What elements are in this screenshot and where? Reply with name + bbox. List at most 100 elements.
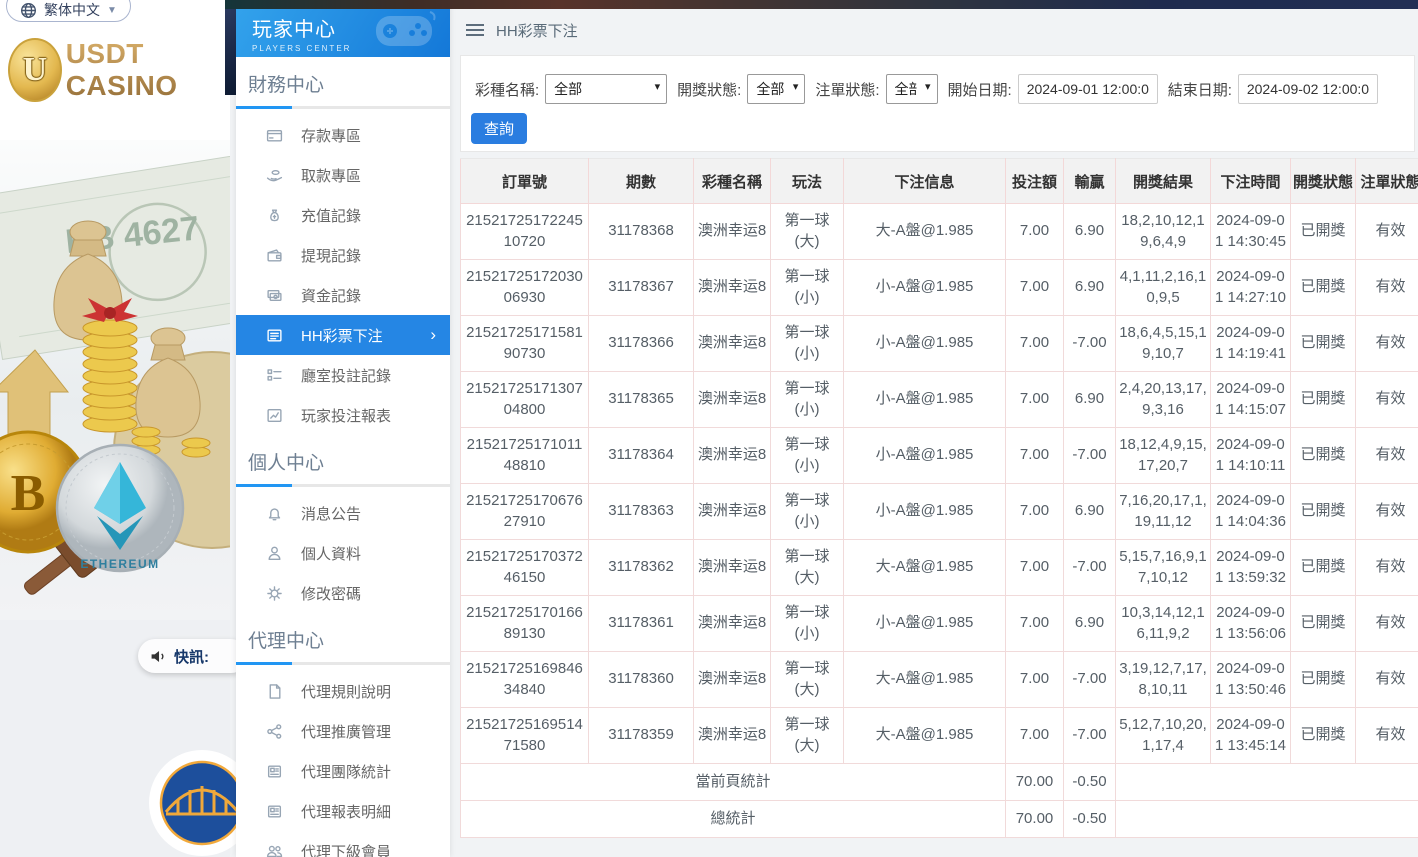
table-cell: 2152172516984634840 [460, 651, 589, 708]
end-date-input[interactable] [1237, 74, 1378, 104]
sidebar-item-agent-rules[interactable]: 代理規則說明 [236, 671, 450, 711]
page-title: HH彩票下注 [496, 22, 578, 40]
table-cell: 澳洲幸运8 [693, 483, 771, 540]
table-row: 2152172517016689130 31178361 澳洲幸运8 第一球(小) 小-… [460, 595, 1418, 652]
card-icon [266, 127, 283, 144]
table-row: 2152172517203006930 31178367 澳洲幸运8 第一球(小) 小-… [460, 259, 1418, 316]
language-label: 繁体中文 [44, 2, 100, 18]
table-row: 2152172517067627910 31178363 澳洲幸运8 第一球(小) 小-… [460, 483, 1418, 540]
summary-bet-total: 70.00 [1005, 800, 1064, 838]
column-header: 注單狀態 [1355, 158, 1418, 204]
promo-image: KB 4627 B ETHEREUM [0, 140, 230, 620]
sidebar-item-change-password[interactable]: 修改密碼 [236, 573, 450, 613]
sidebar-item-player-bet-report[interactable]: 玩家投注報表 [236, 395, 450, 435]
news-icon [266, 803, 283, 820]
table-cell: 6.90 [1063, 483, 1116, 540]
table-cell: 第一球(小) [770, 315, 844, 372]
wallet-icon [266, 247, 283, 264]
column-header: 輸贏 [1063, 158, 1116, 204]
lottery-icon [266, 327, 283, 344]
table-cell: 18,6,4,5,15,19,10,7 [1115, 315, 1211, 372]
lottery-filter-label: 彩種名稱: [475, 81, 540, 99]
speaker-icon [151, 650, 164, 662]
table-cell: 已開獎 [1290, 539, 1356, 596]
table-cell: 有效 [1355, 651, 1418, 708]
sidebar-item-withdraw-record[interactable]: 提現記錄 [236, 235, 450, 275]
sidebar-item-label: 代理規則說明 [301, 683, 392, 701]
news-ticker-button[interactable]: 快訊: [138, 639, 248, 673]
sidebar-item-hh-lottery-bets[interactable]: HH彩票下注 › [236, 315, 450, 355]
sidebar-item-label: 代理下級會員 [301, 843, 392, 857]
table-cell: 2024-09-01 13:59:32 [1210, 539, 1291, 596]
sidebar-item-recharge-record[interactable]: 充值記錄 [236, 195, 450, 235]
column-header: 彩種名稱 [693, 158, 771, 204]
svg-text:B: B [11, 465, 46, 522]
table-cell: 有效 [1355, 539, 1418, 596]
sidebar-item-withdraw-zone[interactable]: 取款專區 [236, 155, 450, 195]
language-selector[interactable]: 繁体中文 ▼ [6, 0, 131, 22]
sidebar-item-label: 代理報表明細 [301, 803, 392, 821]
brand-logo: U USDT CASINO [0, 35, 230, 105]
sidebar-item-label: 代理推廣管理 [301, 723, 392, 741]
table-cell: 第一球(小) [770, 371, 844, 428]
section-underline [236, 662, 450, 665]
sidebar-item-agent-promotion[interactable]: 代理推廣管理 [236, 711, 450, 751]
table-cell: 小-A盤@1.985 [843, 371, 1006, 428]
ethereum-coin: ETHEREUM [55, 443, 185, 573]
table-cell: 31178360 [588, 651, 694, 708]
sidebar-item-agent-report-detail[interactable]: 代理報表明細 [236, 791, 450, 831]
main-content: HH彩票下注 彩種名稱: 全部 開獎狀態: 全部 注單狀態: 全部 開始日期: … [450, 0, 1418, 857]
sidebar-item-label: 提現記錄 [301, 247, 362, 265]
start-date-input[interactable] [1017, 74, 1158, 104]
draw-status-select[interactable]: 全部 [747, 74, 806, 104]
table-cell: 第一球(大) [770, 707, 844, 764]
table-cell: -7.00 [1063, 315, 1116, 372]
table-cell: 2152172517158190730 [460, 315, 589, 372]
menu-toggle-icon[interactable] [466, 21, 484, 39]
table-cell: 第一球(小) [770, 427, 844, 484]
table-row: 2152172516984634840 31178360 澳洲幸运8 第一球(大) 大-… [460, 651, 1418, 708]
table-cell: 31178362 [588, 539, 694, 596]
news-icon [266, 763, 283, 780]
table-cell: 18,2,10,12,19,6,4,9 [1115, 203, 1211, 260]
sidebar-item-label: 取款專區 [301, 167, 362, 185]
table-cell: 有效 [1355, 707, 1418, 764]
table-cell: 澳洲幸运8 [693, 707, 771, 764]
sidebar-item-label: 消息公告 [301, 505, 362, 523]
sidebar-item-agent-team-stats[interactable]: 代理團隊統計 [236, 751, 450, 791]
table-cell: 第一球(小) [770, 483, 844, 540]
sidebar-item-announcements[interactable]: 消息公告 [236, 493, 450, 533]
sidebar: 玩家中心 PLAYERS CENTER 財務中心 存款專區 取款專區 充值記錄 提現記錄… [236, 0, 450, 857]
table-cell: 已開獎 [1290, 259, 1356, 316]
column-header: 下注信息 [843, 158, 1006, 204]
table-cell: 2,4,20,13,17,9,3,16 [1115, 371, 1211, 428]
sidebar-item-agent-sub-members[interactable]: 代理下級會員 [236, 831, 450, 857]
sidebar-item-funds-record[interactable]: 資金記錄 [236, 275, 450, 315]
sidebar-item-label: 資金記錄 [301, 287, 362, 305]
summary-row: 總統計 70.00 -0.50 [460, 800, 1418, 838]
table-cell: 7.00 [1005, 707, 1064, 764]
sidebar-item-room-bet-record[interactable]: 廳室投註記錄 [236, 355, 450, 395]
table-cell: 已開獎 [1290, 651, 1356, 708]
table-cell: 大-A盤@1.985 [843, 539, 1006, 596]
table-cell: 3,19,12,7,17,8,10,11 [1115, 651, 1211, 708]
table-cell: 2152172517130704800 [460, 371, 589, 428]
order-status-select[interactable]: 全部 [885, 74, 938, 104]
column-header: 開獎狀態 [1290, 158, 1356, 204]
column-header: 投注額 [1005, 158, 1064, 204]
table-cell: 2024-09-01 14:27:10 [1210, 259, 1291, 316]
table-cell: 7.00 [1005, 427, 1064, 484]
lottery-select[interactable]: 全部 [545, 74, 668, 104]
sidebar-item-profile[interactable]: 個人資料 [236, 533, 450, 573]
chart-icon [266, 407, 283, 424]
table-cell: 有效 [1355, 259, 1418, 316]
table-cell: 6.90 [1063, 203, 1116, 260]
gear-icon [266, 585, 283, 602]
order-status-label: 注單狀態: [815, 81, 880, 99]
table-cell: 大-A盤@1.985 [843, 203, 1006, 260]
end-date-label: 結束日期: [1167, 81, 1232, 99]
sidebar-item-deposit-zone[interactable]: 存款專區 [236, 115, 450, 155]
bag-icon [266, 207, 283, 224]
search-button[interactable]: 查詢 [471, 113, 528, 144]
column-header: 玩法 [770, 158, 844, 204]
